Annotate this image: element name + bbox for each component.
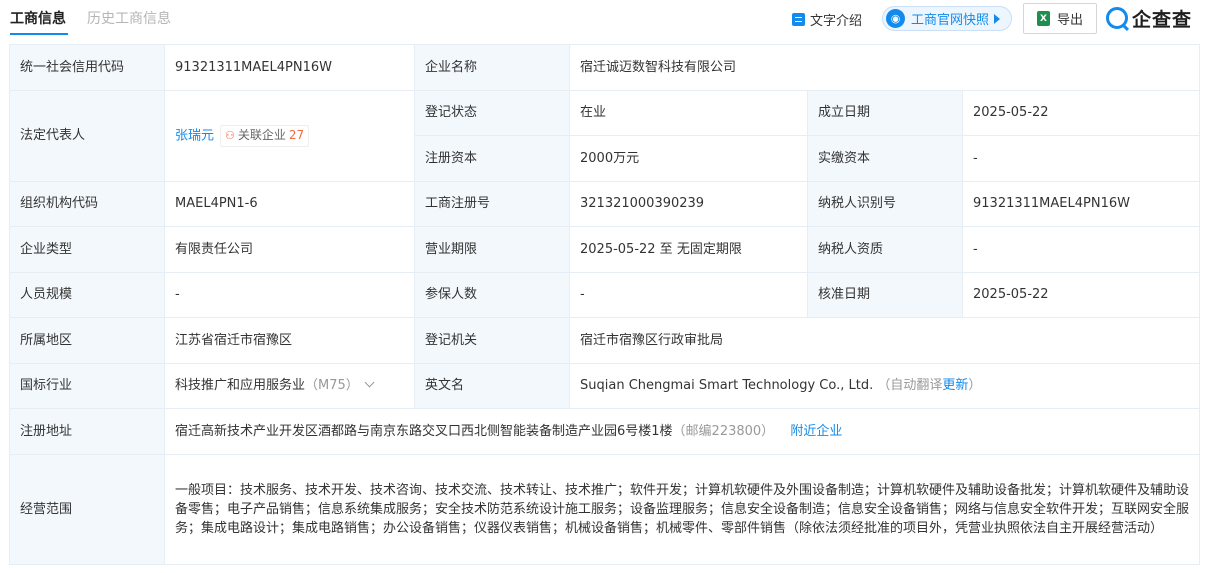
excel-icon: X — [1036, 11, 1050, 26]
paid-capital-value: - — [961, 135, 1201, 182]
chevron-down-icon[interactable] — [364, 377, 375, 388]
auto-translate-note: （自动翻译 — [877, 378, 943, 394]
reg-capital-value: 2000万元 — [569, 135, 808, 182]
reg-status-label: 登记状态 — [414, 89, 570, 136]
taxpayer-id-label: 纳税人识别号 — [807, 180, 963, 227]
snapshot-label: 工商官网快照 — [911, 13, 990, 28]
table-row: 企业类型 有限责任公司 营业期限 2025-05-22 至 无固定期限 纳税人资… — [9, 226, 1201, 273]
company-type-value: 有限责任公司 — [164, 226, 415, 273]
text-intro-label: 文字介绍 — [810, 13, 863, 29]
english-name-label: 英文名 — [414, 362, 570, 409]
org-code-value: MAEL4PN1-6 — [164, 180, 415, 227]
industry-code: （M75） — [305, 378, 359, 394]
credit-code-value: 91321311MAEL4PN16W — [164, 44, 415, 91]
taxpayer-qual-label: 纳税人资质 — [807, 226, 963, 273]
table-row: 国标行业 科技推广和应用服务业（M75） 英文名 Suqian Chengmai… — [9, 362, 1201, 409]
reg-no-value: 321321000390239 — [569, 180, 808, 227]
reg-capital-label: 注册资本 — [414, 135, 570, 182]
logo-text: 企查查 — [1132, 8, 1193, 31]
update-translation-link[interactable]: 更新 — [942, 378, 968, 393]
business-term-label: 营业期限 — [414, 226, 570, 273]
nearby-companies-link[interactable]: 附近企业 — [790, 424, 842, 439]
company-name-value: 宿迁诚迈数智科技有限公司 — [568, 44, 1201, 91]
table-row: 经营范围 一般项目：技术服务、技术开发、技术咨询、技术交流、技术转让、技术推广；… — [9, 453, 1201, 565]
related-companies-icon: ⚇ — [225, 129, 235, 142]
reg-address-label: 注册地址 — [9, 408, 165, 455]
industry-cell: 科技推广和应用服务业（M75） — [164, 362, 415, 409]
text-intro-button[interactable]: 文字介绍 — [792, 9, 862, 29]
industry-label: 国标行业 — [9, 362, 165, 409]
region-label: 所属地区 — [9, 317, 165, 364]
business-scope-label: 经营范围 — [9, 453, 165, 565]
english-name-value: Suqian Chengmai Smart Technology Co., Lt… — [580, 378, 874, 394]
found-date-label: 成立日期 — [807, 89, 963, 136]
auto-translate-close: ） — [968, 378, 982, 394]
legal-rep-cell: 张瑞元 ⚇ 关联企业 27 — [164, 89, 415, 182]
postcode-value: （邮编223800） — [672, 423, 775, 439]
table-row: 注册地址 宿迁高新技术产业开发区酒都路与南京东路交叉口西北侧智能装备制造产业园6… — [9, 408, 1201, 455]
legal-rep-name-link[interactable]: 张瑞元 — [175, 128, 214, 143]
top-bar: 工商信息 历史工商信息 文字介绍 ◉ 工商官网快照 X 导出 企查查 — [0, 0, 1210, 38]
official-snapshot-button[interactable]: ◉ 工商官网快照 — [882, 6, 1012, 31]
document-icon — [792, 12, 805, 26]
approval-date-value: 2025-05-22 — [961, 271, 1201, 318]
insured-value: - — [569, 271, 808, 318]
taxpayer-qual-value: - — [961, 226, 1201, 273]
insured-label: 参保人数 — [414, 271, 570, 318]
paid-capital-label: 实缴资本 — [807, 135, 963, 182]
logo-magnifier-icon — [1106, 7, 1128, 29]
table-row: 组织机构代码 MAEL4PN1-6 工商注册号 321321000390239 … — [9, 180, 1201, 227]
play-arrow-icon — [994, 13, 1001, 24]
found-date-value: 2025-05-22 — [961, 89, 1201, 136]
table-row: 所属地区 江苏省宿迁市宿豫区 登记机关 宿迁市宿豫区行政审批局 — [9, 317, 1201, 364]
business-term-value: 2025-05-22 至 无固定期限 — [569, 226, 808, 273]
related-companies-label: 关联企业 — [237, 128, 286, 142]
qichacha-logo: 企查查 — [1106, 4, 1192, 32]
staff-size-label: 人员规模 — [9, 271, 165, 318]
export-button[interactable]: X 导出 — [1023, 3, 1097, 34]
active-tab-indicator — [10, 33, 68, 35]
reg-authority-label: 登记机关 — [414, 317, 570, 364]
reg-address-value: 宿迁高新技术产业开发区酒都路与南京东路交叉口西北侧智能装备制造产业园6号楼1楼 — [175, 423, 673, 439]
related-companies-count: 27 — [288, 128, 305, 142]
staff-size-value: - — [164, 271, 415, 318]
reg-no-label: 工商注册号 — [414, 180, 570, 227]
table-row: 人员规模 - 参保人数 - 核准日期 2025-05-22 — [9, 271, 1201, 318]
related-companies-badge[interactable]: ⚇ 关联企业 27 — [220, 124, 310, 147]
company-name-label: 企业名称 — [414, 44, 570, 91]
company-type-label: 企业类型 — [9, 226, 165, 273]
approval-date-label: 核准日期 — [807, 271, 963, 318]
table-row: 统一社会信用代码 91321311MAEL4PN16W 企业名称 宿迁诚迈数智科… — [9, 44, 1201, 91]
tab-history-business-info[interactable]: 历史工商信息 — [87, 10, 171, 28]
region-value: 江苏省宿迁市宿豫区 — [164, 317, 415, 364]
table-row: 法定代表人 张瑞元 ⚇ 关联企业 27 登记状态 在业 成立日期 2025-05-22 — [9, 89, 1201, 182]
reg-status-value: 在业 — [569, 89, 808, 136]
tab-business-info[interactable]: 工商信息 — [10, 10, 66, 28]
export-label: 导出 — [1056, 13, 1083, 28]
taxpayer-id-value: 91321311MAEL4PN16W — [961, 180, 1201, 227]
org-code-label: 组织机构代码 — [9, 180, 165, 227]
legal-rep-label: 法定代表人 — [9, 89, 165, 182]
reg-authority-value: 宿迁市宿豫区行政审批局 — [568, 317, 1201, 364]
industry-value: 科技推广和应用服务业 — [175, 378, 306, 394]
camera-icon: ◉ — [886, 9, 905, 28]
reg-address-cell: 宿迁高新技术产业开发区酒都路与南京东路交叉口西北侧智能装备制造产业园6号楼1楼（… — [163, 408, 1201, 455]
business-scope-value: 一般项目：技术服务、技术开发、技术咨询、技术交流、技术转让、技术推广；软件开发；… — [163, 453, 1201, 565]
business-info-table: 统一社会信用代码 91321311MAEL4PN16W 企业名称 宿迁诚迈数智科… — [9, 44, 1201, 565]
english-name-cell: Suqian Chengmai Smart Technology Co., Lt… — [568, 362, 1201, 409]
credit-code-label: 统一社会信用代码 — [9, 44, 165, 91]
